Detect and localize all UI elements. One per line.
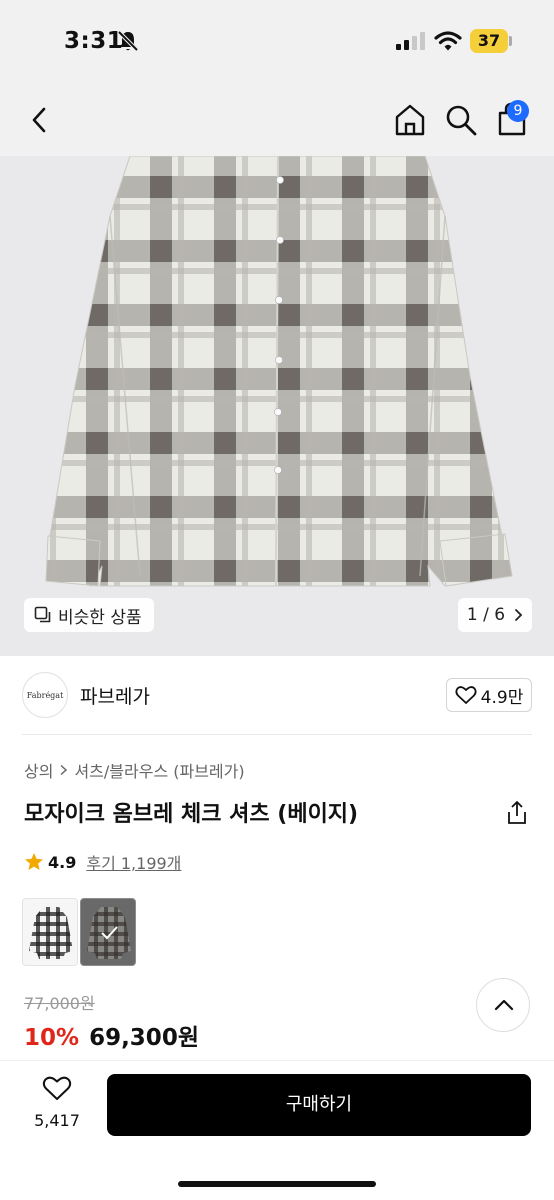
image-pager-button[interactable]: 1 / 6	[458, 598, 532, 632]
product-image-gallery[interactable]: 비슷한 상품 1 / 6	[0, 156, 554, 656]
discount-rate: 10%	[24, 1025, 80, 1051]
silent-bell-icon	[117, 30, 139, 52]
rating-score: 4.9	[48, 852, 77, 872]
similar-products-label: 비슷한 상품	[58, 607, 142, 628]
wifi-icon	[434, 31, 462, 51]
search-icon[interactable]	[444, 103, 478, 137]
brand-logo[interactable]: Fabrégat	[22, 672, 68, 718]
similar-products-button[interactable]: 비슷한 상품	[24, 598, 154, 632]
product-rating: 4.9 후기 1,199개	[24, 850, 181, 874]
battery-cap	[509, 36, 512, 46]
image-page-indicator: 1 / 6	[466, 605, 506, 625]
battery-indicator: 37	[470, 29, 508, 53]
scroll-to-top-button[interactable]	[476, 978, 530, 1032]
heart-outline-icon	[42, 1076, 72, 1100]
star-icon	[25, 853, 43, 870]
swatch-shirt-thumbnail	[29, 907, 73, 959]
breadcrumb-subcategory[interactable]: 셔츠/블라우스 (파브레가)	[74, 758, 244, 782]
top-navigation	[0, 90, 554, 150]
status-bar: 3:31 37	[0, 0, 554, 84]
breadcrumb: 상의 셔츠/블라우스 (파브레가)	[24, 758, 245, 782]
chevron-right-icon	[60, 764, 68, 776]
wishlist-button[interactable]: 5,417	[30, 1075, 84, 1135]
top-header-area: 3:31 37 9	[0, 0, 554, 156]
cellular-signal-icon	[396, 32, 425, 50]
share-icon[interactable]	[505, 800, 529, 826]
cart-count-badge: 9	[507, 100, 529, 122]
product-shirt-image	[45, 156, 513, 587]
brand-like-button[interactable]: 4.9만	[446, 678, 532, 712]
review-link[interactable]: 후기 1,199개	[86, 850, 181, 874]
swatch-shirt-thumbnail	[81, 899, 135, 965]
sale-price: 69,300원	[89, 1025, 199, 1051]
home-icon[interactable]	[392, 102, 428, 138]
section-divider	[22, 734, 532, 735]
back-arrow-icon[interactable]	[26, 104, 54, 136]
heart-outline-icon	[455, 686, 477, 704]
breadcrumb-category[interactable]: 상의	[24, 758, 53, 782]
buy-button[interactable]: 구매하기	[107, 1074, 531, 1136]
price-row: 10% 69,300원	[24, 1018, 199, 1052]
bottom-action-bar: 5,417 구매하기	[0, 1060, 554, 1200]
wishlist-count: 5,417	[34, 1111, 80, 1130]
chevron-up-icon	[494, 999, 514, 1011]
chevron-right-icon	[515, 609, 523, 621]
original-price: 77,000원	[24, 994, 95, 1013]
home-indicator	[178, 1181, 376, 1187]
brand-name[interactable]: 파브레가	[80, 682, 150, 709]
status-time: 3:31	[64, 28, 124, 54]
brand-like-count: 4.9만	[480, 687, 524, 708]
brand-row: Fabrégat 파브레가 4.9만	[0, 666, 554, 726]
color-option-beige-check-selected[interactable]	[80, 898, 136, 966]
color-option-black-check[interactable]	[22, 898, 78, 966]
product-title: 모자이크 옴브레 체크 셔츠 (베이지)	[24, 802, 359, 827]
copy-stack-icon	[34, 606, 51, 623]
